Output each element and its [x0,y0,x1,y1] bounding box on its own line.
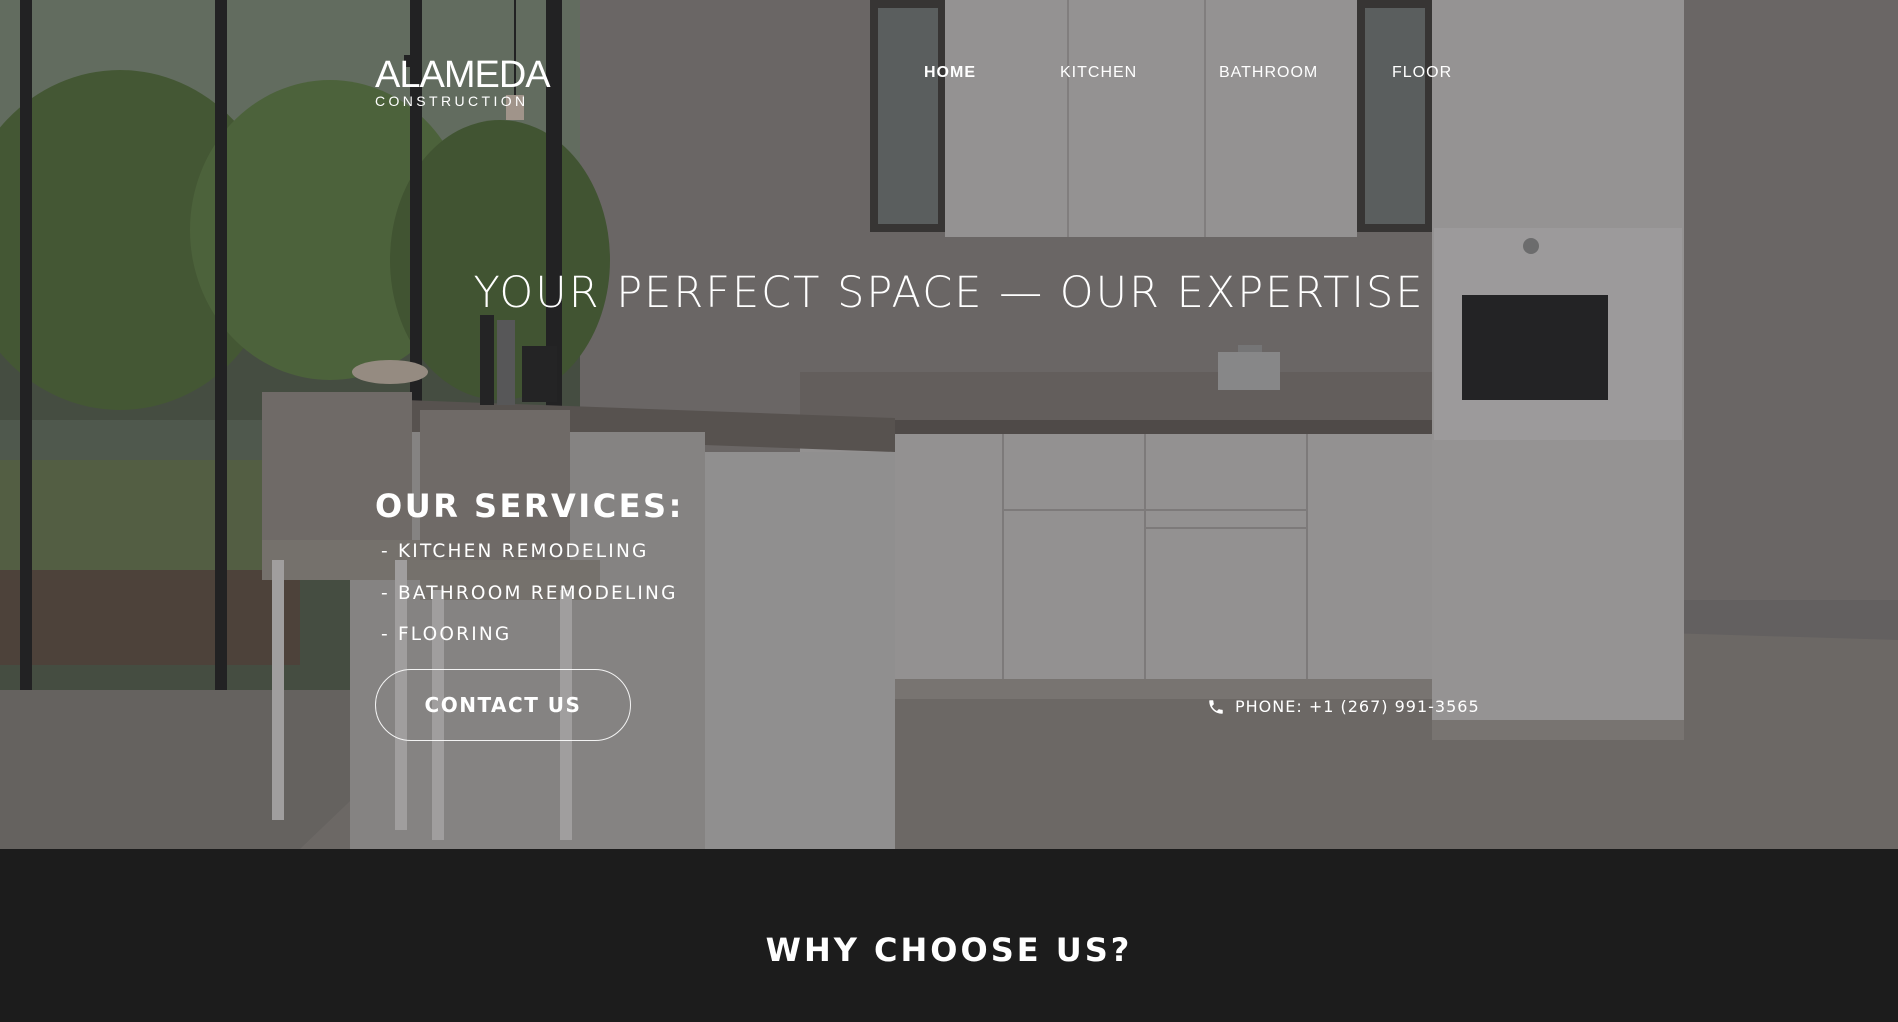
service-item-bathroom: - BATHROOM REMODELING [381,583,678,604]
why-choose-us-title: WHY CHOOSE US? [765,931,1133,969]
logo-subtitle: CONSTRUCTION [375,93,529,109]
nav-bathroom[interactable]: BATHROOM [1219,64,1318,82]
hero-overlay [0,0,1898,849]
service-item-flooring: - FLOORING [381,624,512,645]
services-title: OUR SERVICES: [375,487,684,525]
main-navigation: HOME KITCHEN BATHROOM FLOOR [0,64,1898,84]
contact-us-button[interactable]: CONTACT US [375,669,631,741]
nav-home[interactable]: HOME [924,64,976,82]
hero-section [0,0,1898,849]
phone-icon [1209,699,1223,714]
hero-headline: YOUR PERFECT SPACE — OUR EXPERTISE [473,268,1425,318]
nav-floor[interactable]: FLOOR [1392,64,1452,82]
phone-number: PHONE: +1 (267) 991-3565 [1235,697,1480,716]
phone-contact[interactable]: PHONE: +1 (267) 991-3565 [1207,697,1480,716]
why-choose-us-section: WHY CHOOSE US? [0,849,1898,1022]
nav-kitchen[interactable]: KITCHEN [1060,64,1137,82]
services-block: OUR SERVICES: - KITCHEN REMODELING - BAT… [375,487,684,644]
service-item-kitchen: - KITCHEN REMODELING [381,541,649,562]
